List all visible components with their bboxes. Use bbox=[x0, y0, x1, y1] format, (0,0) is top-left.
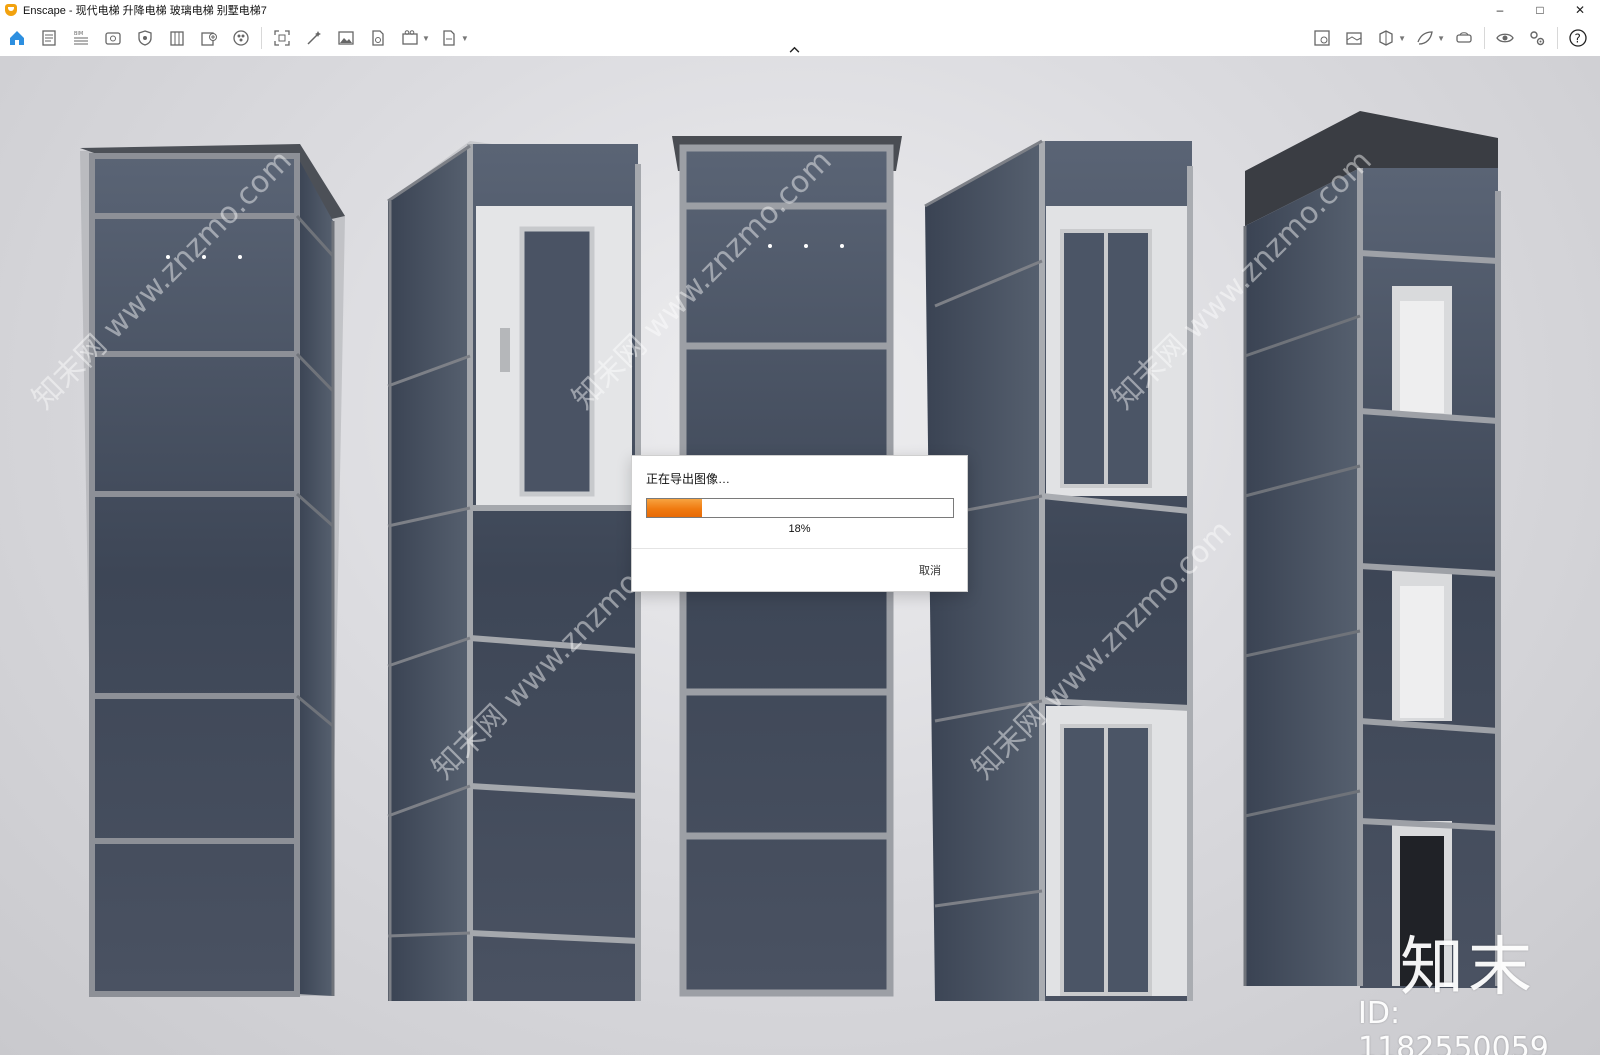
enscape-logo-icon bbox=[5, 4, 17, 16]
watermark-id: ID: 1182550059 bbox=[1358, 996, 1549, 1055]
cancel-button[interactable]: 取消 bbox=[919, 562, 941, 578]
building-icon[interactable] bbox=[164, 25, 190, 51]
home-icon[interactable] bbox=[4, 25, 30, 51]
toolbar-separator bbox=[1557, 27, 1558, 49]
close-button[interactable]: ✕ bbox=[1560, 0, 1600, 20]
window-title: Enscape - 现代电梯 升降电梯 玻璃电梯 别墅电梯7 bbox=[23, 5, 267, 17]
dialog-title: 正在导出图像… bbox=[646, 472, 731, 486]
collapse-toolbar-icon[interactable] bbox=[786, 42, 802, 56]
panorama-icon[interactable] bbox=[1341, 25, 1367, 51]
video-icon[interactable] bbox=[397, 25, 423, 51]
dialog-divider bbox=[632, 548, 967, 549]
svg-text:?: ? bbox=[1575, 32, 1581, 46]
window-controls: – □ ✕ bbox=[1480, 0, 1600, 20]
elevator-model-2 bbox=[387, 141, 641, 1001]
toolbar-separator bbox=[261, 27, 262, 49]
help-icon[interactable]: ? bbox=[1565, 25, 1591, 51]
right-toolbar: ▼ ▼ ? bbox=[1306, 20, 1594, 56]
site-context-icon[interactable] bbox=[1309, 25, 1335, 51]
add-asset-icon[interactable] bbox=[196, 25, 222, 51]
chevron-down-icon[interactable]: ▼ bbox=[1437, 34, 1445, 43]
image-icon[interactable] bbox=[333, 25, 359, 51]
chevron-down-icon[interactable]: ▼ bbox=[461, 34, 469, 43]
title-bar: Enscape - 现代电梯 升降电梯 玻璃电梯 别墅电梯7 – □ ✕ bbox=[0, 0, 1600, 20]
svg-text:BIM: BIM bbox=[74, 31, 83, 37]
batch-export-icon[interactable] bbox=[436, 25, 462, 51]
bim-icon[interactable]: BIM bbox=[68, 25, 94, 51]
progress-fill bbox=[647, 499, 703, 517]
progress-percent-label: 18% bbox=[788, 523, 811, 535]
screenshot-icon[interactable] bbox=[269, 25, 295, 51]
elevator-model-1 bbox=[80, 144, 345, 997]
atmosphere-icon[interactable] bbox=[1412, 25, 1438, 51]
watermark-logo: 知末 bbox=[1400, 931, 1536, 1005]
view-icon[interactable] bbox=[100, 25, 126, 51]
maximize-button[interactable]: □ bbox=[1520, 0, 1560, 20]
section-icon[interactable] bbox=[1373, 25, 1399, 51]
visual-settings-icon[interactable] bbox=[1492, 25, 1518, 51]
toolbar-separator bbox=[1484, 27, 1485, 49]
export-progress-bar bbox=[646, 498, 954, 518]
document-icon[interactable] bbox=[36, 25, 62, 51]
file-export-icon[interactable] bbox=[365, 25, 391, 51]
magic-wand-icon[interactable] bbox=[301, 25, 327, 51]
shield-icon[interactable] bbox=[132, 25, 158, 51]
chevron-down-icon[interactable]: ▼ bbox=[1398, 34, 1406, 43]
vr-icon[interactable] bbox=[1451, 25, 1477, 51]
export-progress-dialog: 正在导出图像… 18% 取消 bbox=[631, 455, 968, 592]
material-icon[interactable] bbox=[228, 25, 254, 51]
chevron-down-icon[interactable]: ▼ bbox=[422, 34, 430, 43]
minimize-button[interactable]: – bbox=[1480, 0, 1520, 20]
settings-icon[interactable] bbox=[1524, 25, 1550, 51]
